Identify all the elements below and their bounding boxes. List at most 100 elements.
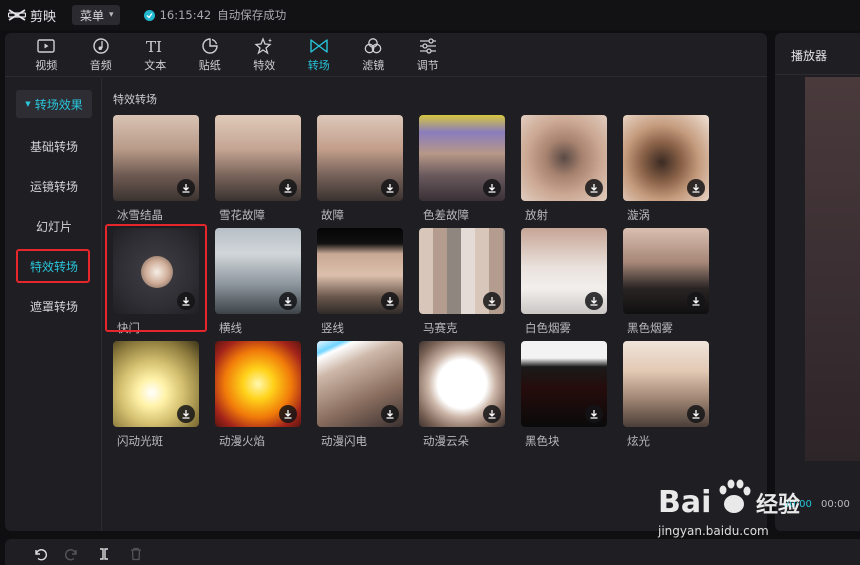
transition-thumbnail[interactable] bbox=[623, 341, 709, 427]
transition-card-snow-glitch[interactable]: 雪花故障 bbox=[215, 115, 303, 222]
save-text: 自动保存成功 bbox=[217, 8, 287, 22]
transition-sidebar: ▼ 转场效果 基础转场 运镜转场 幻灯片 特效转场 遮罩转场 bbox=[5, 78, 102, 531]
transition-card-anime-lightning[interactable]: 动漫闪电 bbox=[317, 341, 405, 448]
transition-thumbnail[interactable] bbox=[419, 228, 505, 314]
transition-thumbnail[interactable] bbox=[215, 341, 301, 427]
transition-icon bbox=[310, 39, 328, 53]
menu-label: 菜单 bbox=[80, 8, 105, 23]
download-icon[interactable] bbox=[687, 292, 705, 310]
svg-text:经验: 经验 bbox=[756, 492, 800, 518]
transition-card-ice-crystal[interactable]: 冰雪结晶 bbox=[113, 115, 201, 222]
undo-icon bbox=[35, 549, 47, 561]
download-icon[interactable] bbox=[585, 405, 603, 423]
app-logo: 剪映 bbox=[8, 6, 56, 25]
tab-adjust[interactable]: 调节 bbox=[401, 33, 456, 77]
category-toolbar: 视频 音频 TI 文本 贴纸 特效 转场 滤镜 调节 bbox=[5, 33, 767, 77]
transition-name: 色差故障 bbox=[423, 208, 469, 222]
download-icon[interactable] bbox=[381, 292, 399, 310]
transition-card-flash-flare[interactable]: 闪动光斑 bbox=[113, 341, 201, 448]
transition-thumbnail[interactable] bbox=[419, 341, 505, 427]
transition-card-radial[interactable]: 放射 bbox=[521, 115, 609, 222]
menu-button[interactable]: 菜单 ▾ bbox=[72, 5, 120, 25]
download-icon[interactable] bbox=[483, 405, 501, 423]
download-icon[interactable] bbox=[177, 179, 195, 197]
transition-card-horizontal-lines[interactable]: 横线 bbox=[215, 228, 303, 335]
transition-thumbnail[interactable] bbox=[113, 115, 199, 201]
transition-name: 动漫云朵 bbox=[423, 434, 469, 448]
download-icon[interactable] bbox=[585, 179, 603, 197]
transition-card-chroma-glitch[interactable]: 色差故障 bbox=[419, 115, 507, 222]
sidebar-header-transition-effects[interactable]: ▼ 转场效果 bbox=[16, 90, 92, 118]
transition-thumbnail[interactable] bbox=[623, 228, 709, 314]
svg-text:TI: TI bbox=[146, 38, 162, 55]
transition-thumbnail[interactable] bbox=[317, 228, 403, 314]
download-icon[interactable] bbox=[381, 179, 399, 197]
tab-video[interactable]: 视频 bbox=[19, 33, 74, 77]
redo-button[interactable] bbox=[65, 547, 79, 561]
transition-card-black-smoke[interactable]: 黑色烟雾 bbox=[623, 228, 711, 335]
preview-canvas[interactable] bbox=[805, 77, 860, 461]
transition-thumbnail[interactable] bbox=[113, 341, 199, 427]
transition-thumbnail[interactable] bbox=[215, 228, 301, 314]
tab-text[interactable]: TI 文本 bbox=[128, 33, 183, 77]
tab-effects-label: 特效 bbox=[253, 59, 276, 72]
sidebar-item-label: 遮罩转场 bbox=[29, 299, 78, 314]
transition-card-black-blocks[interactable]: 黑色块 bbox=[521, 341, 609, 448]
title-bar: 剪映 菜单 ▾ 16:15:42 自动保存成功 bbox=[0, 0, 860, 30]
transition-card-mosaic[interactable]: 马赛克 bbox=[419, 228, 507, 335]
download-icon[interactable] bbox=[585, 292, 603, 310]
download-icon[interactable] bbox=[279, 179, 297, 197]
download-icon[interactable] bbox=[687, 179, 705, 197]
transition-thumbnail[interactable] bbox=[623, 115, 709, 201]
app-name: 剪映 bbox=[30, 9, 57, 25]
effects-icon bbox=[254, 37, 273, 55]
tab-sticker[interactable]: 贴纸 bbox=[183, 33, 238, 77]
sidebar-item-mask[interactable]: 遮罩转场 bbox=[16, 292, 92, 320]
tab-effects[interactable]: 特效 bbox=[237, 33, 292, 77]
transition-thumbnail[interactable] bbox=[317, 341, 403, 427]
sidebar-item-camera[interactable]: 运镜转场 bbox=[16, 172, 92, 200]
transition-thumbnail[interactable] bbox=[521, 228, 607, 314]
delete-button[interactable] bbox=[129, 547, 143, 561]
sidebar-item-basic[interactable]: 基础转场 bbox=[16, 132, 92, 160]
undo-button[interactable] bbox=[33, 547, 47, 561]
transition-name: 黑色烟雾 bbox=[627, 321, 673, 335]
transition-name: 马赛克 bbox=[423, 321, 458, 335]
transition-card-vertical-lines[interactable]: 竖线 bbox=[317, 228, 405, 335]
download-icon[interactable] bbox=[381, 405, 399, 423]
transition-card-anime-cloud[interactable]: 动漫云朵 bbox=[419, 341, 507, 448]
check-icon bbox=[143, 9, 155, 21]
tab-audio[interactable]: 音频 bbox=[74, 33, 129, 77]
tab-filter-label: 滤镜 bbox=[362, 59, 385, 72]
transition-thumbnail[interactable] bbox=[317, 115, 403, 201]
transition-card-glitch[interactable]: 故障 bbox=[317, 115, 405, 222]
sidebar-item-label: 基础转场 bbox=[29, 139, 78, 154]
autosave-status: 16:15:42 自动保存成功 bbox=[143, 7, 287, 23]
sidebar-item-slideshow[interactable]: 幻灯片 bbox=[16, 212, 92, 240]
transition-name: 白色烟雾 bbox=[525, 321, 571, 335]
transition-thumbnail[interactable] bbox=[521, 115, 607, 201]
transition-card-vortex[interactable]: 漩涡 bbox=[623, 115, 711, 222]
download-icon[interactable] bbox=[279, 405, 297, 423]
highlight-box-shutter bbox=[105, 224, 207, 332]
split-button[interactable] bbox=[97, 547, 111, 561]
transition-card-anime-flame[interactable]: 动漫火焰 bbox=[215, 341, 303, 448]
transition-card-white-smoke[interactable]: 白色烟雾 bbox=[521, 228, 609, 335]
player-panel: 播放器 00:00 00:00 bbox=[775, 33, 860, 531]
transition-thumbnail[interactable] bbox=[521, 341, 607, 427]
transition-name: 漩涡 bbox=[627, 208, 650, 222]
tab-transition[interactable]: 转场 bbox=[292, 33, 347, 77]
transition-name: 闪动光斑 bbox=[117, 434, 163, 448]
download-icon[interactable] bbox=[687, 405, 705, 423]
download-icon[interactable] bbox=[279, 292, 297, 310]
transition-thumbnail[interactable] bbox=[419, 115, 505, 201]
divider bbox=[775, 74, 860, 75]
transition-thumbnail[interactable] bbox=[215, 115, 301, 201]
transition-name: 雪花故障 bbox=[219, 208, 265, 222]
download-icon[interactable] bbox=[177, 405, 195, 423]
tab-filter[interactable]: 滤镜 bbox=[346, 33, 401, 77]
tab-adjust-label: 调节 bbox=[416, 59, 439, 72]
download-icon[interactable] bbox=[483, 179, 501, 197]
transition-card-glare[interactable]: 炫光 bbox=[623, 341, 711, 448]
download-icon[interactable] bbox=[483, 292, 501, 310]
